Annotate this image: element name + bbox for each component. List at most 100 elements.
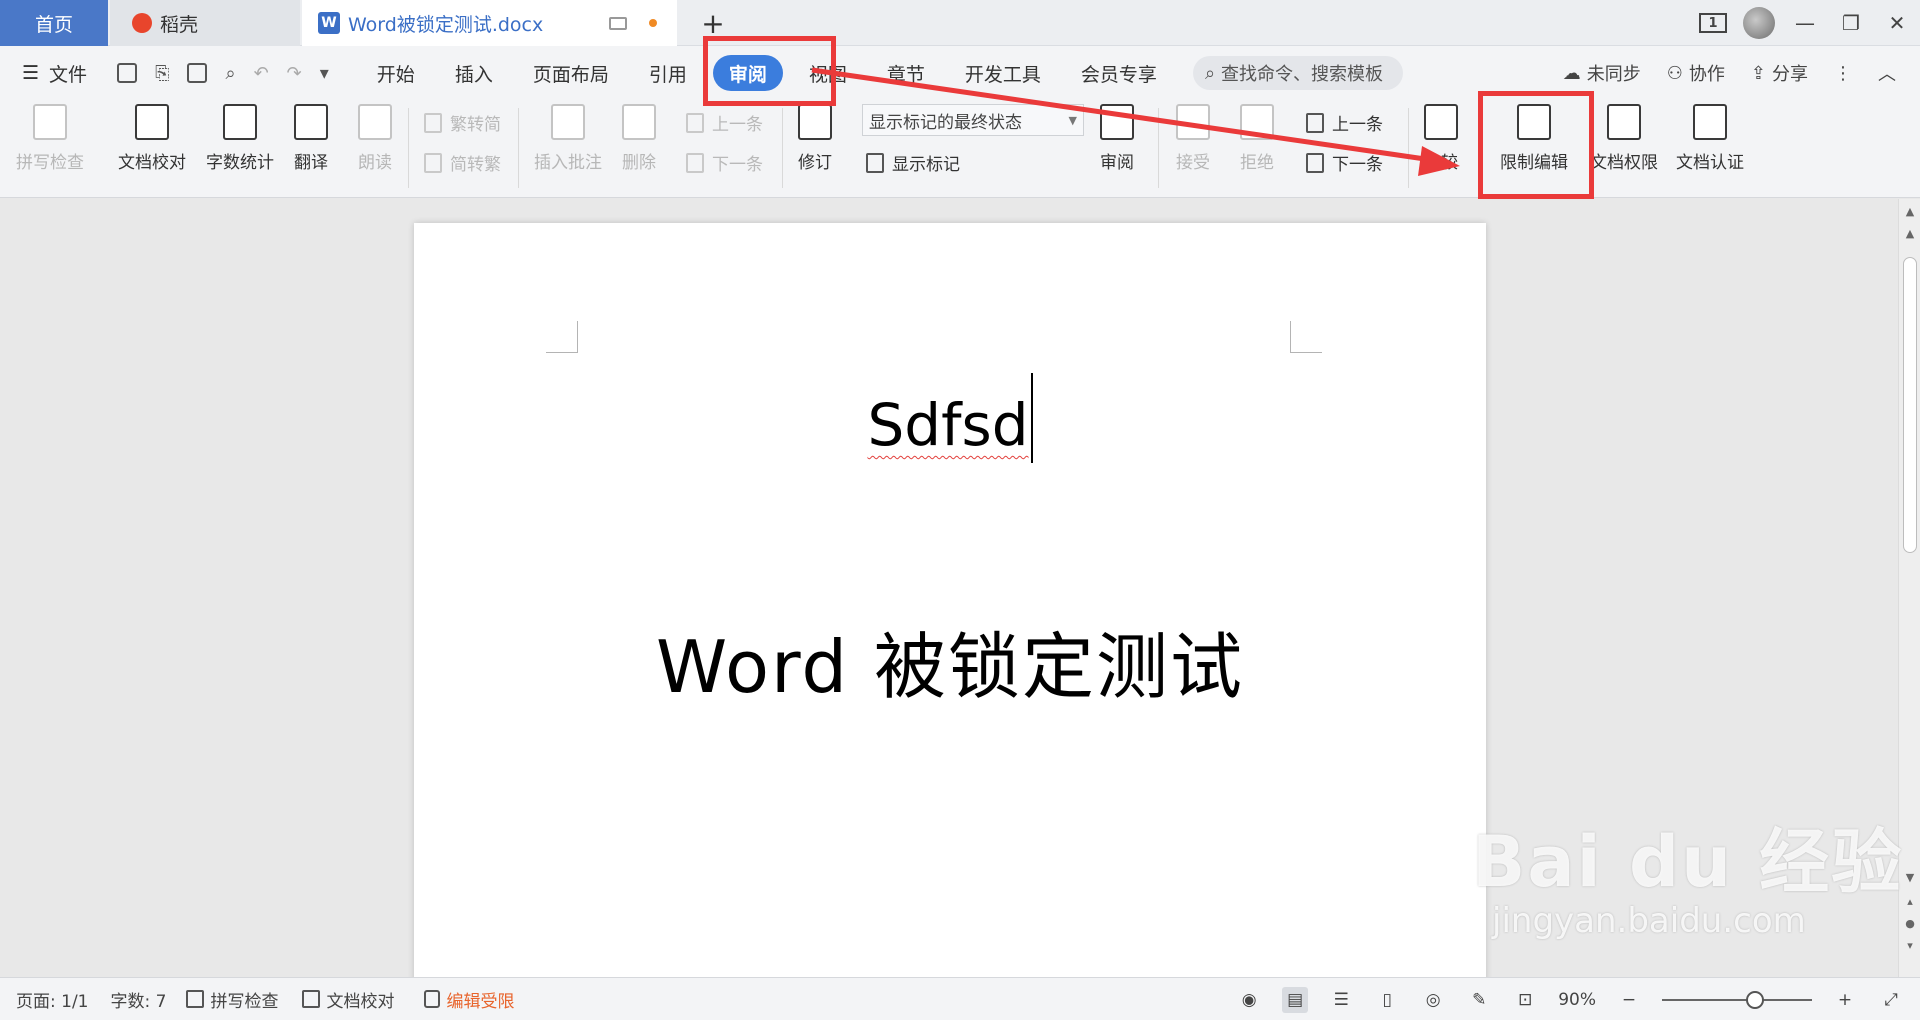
tab-daoke[interactable]: 稻壳 [110, 0, 300, 46]
collaborate-button[interactable]: ⚇ 协作 [1667, 60, 1725, 86]
file-menu-button[interactable]: ☰ 文件 [22, 60, 87, 87]
fullscreen-button[interactable]: ⤢ [1878, 987, 1904, 1013]
fit-page-button[interactable]: ⊡ [1512, 987, 1538, 1013]
watermark-url: jingyan.baidu.com [1492, 901, 1806, 941]
status-doc-proof-button[interactable]: 文档校对 [302, 987, 394, 1012]
tab-references[interactable]: 引用 [629, 55, 707, 91]
compare-button[interactable]: 比较 [1424, 104, 1458, 173]
outline-view-button[interactable]: ☰ [1328, 987, 1354, 1013]
edit-restricted-indicator[interactable]: 编辑受限 [424, 987, 514, 1012]
scroll-up-icon[interactable]: ▲ [1899, 205, 1920, 218]
chevron-down-icon: ▼ [1068, 113, 1077, 127]
zoom-slider[interactable] [1662, 990, 1812, 1009]
doc-proof-button[interactable]: 文档校对 [118, 104, 186, 173]
word-count-indicator[interactable]: 字数: 7 [111, 987, 167, 1012]
show-markup-button[interactable]: 显示标记 [866, 150, 960, 175]
more-button[interactable]: ⋮ [1834, 63, 1852, 84]
annotation-box-restrict-edit [1478, 91, 1594, 199]
delete-comment-icon [622, 104, 656, 140]
trad-to-simp-button[interactable]: 繁转简 [424, 110, 501, 135]
close-icon: ✕ [1888, 11, 1906, 35]
restore-button[interactable]: ❐ [1828, 0, 1874, 46]
zoom-out-button[interactable]: − [1616, 987, 1642, 1013]
monitor-icon[interactable] [609, 16, 627, 30]
format-painter-icon[interactable]: ⎘ [155, 63, 169, 84]
tab-member[interactable]: 会员专享 [1061, 55, 1177, 91]
close-button[interactable]: ✕ [1874, 0, 1920, 46]
document-auth-icon [1693, 104, 1727, 140]
prev-comment-button[interactable]: 上一条 [686, 110, 763, 135]
minimize-icon: — [1795, 11, 1815, 35]
share-icon: ⇪ [1750, 62, 1766, 84]
insert-comment-label: 插入批注 [534, 153, 602, 173]
share-button[interactable]: ⇪ 分享 [1751, 60, 1808, 86]
simp-to-trad-icon [424, 152, 442, 173]
reading-view-button[interactable]: ▯ [1374, 987, 1400, 1013]
hamburger-icon: ☰ [22, 62, 40, 84]
page-view-button[interactable]: ▤ [1282, 986, 1309, 1013]
reject-button[interactable]: 拒绝 [1240, 104, 1274, 173]
fit-page-icon: ⊡ [1518, 989, 1533, 1010]
document-page[interactable]: Sdfsd Word 被锁定测试 [414, 223, 1486, 977]
simp-to-trad-label: 简转繁 [450, 155, 501, 175]
word-count-icon [223, 104, 257, 140]
delete-comment-button[interactable]: 删除 [622, 104, 656, 173]
markup-state-select[interactable]: 显示标记的最终状态 ▼ [862, 104, 1084, 136]
spell-check-button[interactable]: 拼写检查 [16, 104, 84, 173]
word-count-button[interactable]: 字数统计 [206, 104, 274, 173]
review-pane-button[interactable]: 审阅 [1100, 104, 1134, 173]
tab-developer[interactable]: 开发工具 [945, 55, 1061, 91]
translate-button[interactable]: 翻译 [294, 104, 328, 173]
window-count-button[interactable]: 1 [1690, 0, 1736, 46]
lock-icon [424, 990, 441, 1008]
outline-icon: ☰ [1333, 989, 1349, 1010]
track-changes-button[interactable]: 修订 [798, 104, 832, 173]
web-view-button[interactable]: ◎ [1420, 987, 1446, 1013]
document-paragraph-1[interactable]: Sdfsd [414, 373, 1486, 463]
tab-document[interactable]: W Word被锁定测试.docx [302, 0, 677, 46]
sync-status-button[interactable]: ☁ 未同步 [1563, 60, 1641, 86]
read-aloud-button[interactable]: 朗读 [358, 104, 392, 173]
tab-insert[interactable]: 插入 [435, 55, 513, 91]
undo-icon[interactable]: ↶ [254, 63, 269, 84]
tab-home[interactable]: 首页 [0, 0, 108, 46]
print-icon[interactable] [187, 63, 208, 83]
zoom-level-dropdown[interactable]: 90% [1558, 990, 1596, 1010]
doc-proof-label: 文档校对 [118, 153, 186, 173]
scroll-thumb[interactable] [1903, 257, 1917, 553]
scroll-top-icon[interactable]: ▲ [1899, 227, 1920, 240]
simp-to-trad-button[interactable]: 简转繁 [424, 150, 501, 175]
document-paragraph-2[interactable]: Word 被锁定测试 [414, 608, 1486, 713]
eye-protection-button[interactable]: ◉ [1236, 987, 1262, 1013]
document-rights-button[interactable]: 文档权限 [1590, 104, 1658, 173]
save-icon[interactable] [117, 63, 138, 83]
plus-icon: + [1837, 989, 1853, 1010]
avatar[interactable] [1736, 0, 1782, 46]
print-preview-icon[interactable]: ⌕ [225, 63, 235, 84]
zoom-in-button[interactable]: + [1832, 987, 1858, 1013]
customize-dropdown-icon[interactable]: ▾ [320, 63, 329, 84]
accept-button[interactable]: 接受 [1176, 104, 1210, 173]
status-spell-check-button[interactable]: 拼写检查 [186, 987, 278, 1012]
pen-icon: ✎ [1472, 989, 1487, 1010]
collapse-ribbon-button[interactable]: ︿ [1878, 60, 1896, 86]
insert-comment-button[interactable]: 插入批注 [534, 104, 602, 173]
next-change-button[interactable]: 下一条 [1306, 150, 1383, 175]
ribbon-separator [518, 108, 519, 188]
next-comment-button[interactable]: 下一条 [686, 150, 763, 175]
write-mode-button[interactable]: ✎ [1466, 987, 1492, 1013]
redo-icon[interactable]: ↷ [287, 63, 302, 84]
page-indicator[interactable]: 页面: 1/1 [16, 987, 89, 1012]
margin-mark-top-right [1290, 321, 1322, 353]
tab-start[interactable]: 开始 [357, 55, 435, 91]
command-search-input[interactable]: ⌕ 查找命令、搜索模板 [1192, 56, 1403, 90]
document-auth-button[interactable]: 文档认证 [1676, 104, 1744, 173]
ribbon-separator [1158, 108, 1159, 188]
baidu-watermark: Bai du 经验 jingyan.baidu.com [1472, 806, 1903, 941]
tab-page-layout[interactable]: 页面布局 [513, 55, 629, 91]
zoom-slider-thumb[interactable] [1746, 990, 1764, 1009]
prev-change-button[interactable]: 上一条 [1306, 110, 1383, 135]
minimize-button[interactable]: — [1782, 0, 1828, 46]
chevron-up-icon: ︿ [1878, 64, 1896, 85]
tab-chapter[interactable]: 章节 [867, 55, 945, 91]
